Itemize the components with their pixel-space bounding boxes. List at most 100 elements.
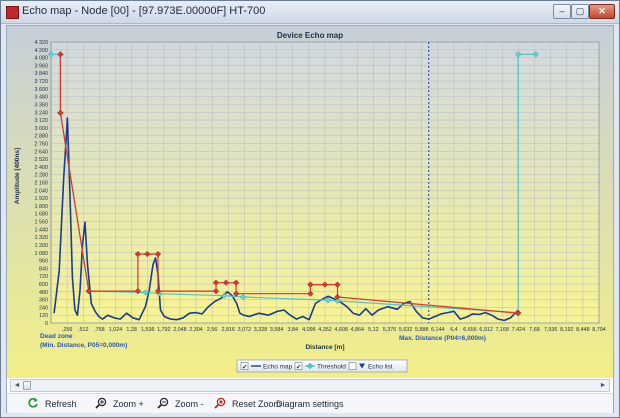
window-title: Echo map - Node [00] - [97.973E.00000F] … bbox=[22, 5, 266, 17]
app-icon bbox=[6, 6, 19, 19]
y-tick-label: 3 480 bbox=[35, 95, 49, 101]
zoom-in-icon bbox=[95, 397, 107, 409]
scroll-right-arrow-icon[interactable]: ► bbox=[598, 381, 608, 390]
refresh-label: Refresh bbox=[45, 399, 77, 409]
x-tick-label: 3,84 bbox=[288, 327, 299, 333]
y-tick-label: 3 360 bbox=[35, 102, 49, 108]
zoom-in-button[interactable]: Zoom + bbox=[95, 397, 144, 411]
chart-title: Device Echo map bbox=[277, 31, 343, 40]
legend-label-threshold: Threshold bbox=[317, 364, 346, 371]
x-tick-label: 7,424 bbox=[512, 327, 526, 333]
x-tick-label: 2,816 bbox=[222, 327, 236, 333]
x-tick-label: 1,28 bbox=[126, 327, 137, 333]
reset-zoom-icon bbox=[214, 397, 226, 409]
y-tick-label: 600 bbox=[39, 282, 48, 288]
horizontal-scrollbar[interactable]: ◄ ► bbox=[10, 379, 610, 392]
scroll-left-arrow-icon[interactable]: ◄ bbox=[12, 381, 22, 390]
x-tick-label: 4,352 bbox=[318, 327, 332, 333]
y-tick-label: 2 040 bbox=[35, 188, 49, 194]
y-tick-label: 4 200 bbox=[35, 48, 49, 54]
reset-zoom-label: Reset Zoom bbox=[232, 399, 282, 409]
x-tick-label: 3,328 bbox=[254, 327, 268, 333]
x-tick-label: 6,656 bbox=[463, 327, 477, 333]
y-tick-label: 3 960 bbox=[35, 63, 49, 69]
y-tick-label: 1 080 bbox=[35, 251, 49, 257]
x-tick-label: 4,096 bbox=[302, 327, 316, 333]
y-tick-label: 2 640 bbox=[35, 149, 49, 155]
x-axis-ticks: ,256,512,768 1,024 1,28 1,536 1,792 2,048 2,30… bbox=[62, 327, 606, 333]
y-tick-label: 4 080 bbox=[35, 56, 49, 62]
x-tick-label: 6,4 bbox=[450, 327, 458, 333]
close-button[interactable]: ✕ bbox=[589, 4, 615, 19]
y-tick-label: 1 200 bbox=[35, 243, 49, 249]
y-tick-label: 1 800 bbox=[35, 204, 49, 210]
y-tick-label: 2 520 bbox=[35, 157, 49, 163]
x-tick-label: 3,584 bbox=[270, 327, 284, 333]
x-tick-label: 5,376 bbox=[383, 327, 397, 333]
x-tick-label: 2,56 bbox=[207, 327, 218, 333]
max-distance-label: Max. Distance (P04=6,000m) bbox=[399, 335, 486, 342]
zoom-out-label: Zoom - bbox=[175, 399, 204, 409]
x-tick-label: 6,912 bbox=[479, 327, 493, 333]
x-tick-label: 7,936 bbox=[544, 327, 558, 333]
y-tick-label: 3 240 bbox=[35, 110, 49, 116]
x-tick-label: 8,192 bbox=[560, 327, 574, 333]
y-tick-label: 1 680 bbox=[35, 212, 49, 218]
x-tick-label: 1,024 bbox=[109, 327, 123, 333]
maximize-button[interactable]: ▢ bbox=[571, 4, 589, 19]
x-tick-label: 5,632 bbox=[399, 327, 413, 333]
x-tick-label: 4,864 bbox=[350, 327, 364, 333]
y-tick-label: 960 bbox=[39, 259, 48, 265]
y-tick-label: 2 160 bbox=[35, 181, 49, 187]
x-tick-label: 1,536 bbox=[141, 327, 155, 333]
x-axis-label: Distance [m] bbox=[305, 344, 344, 351]
y-tick-label: 2 280 bbox=[35, 173, 49, 179]
y-tick-label: 840 bbox=[39, 266, 48, 272]
checkmark-icon: ✔ bbox=[242, 364, 248, 371]
x-tick-label: 2,048 bbox=[173, 327, 187, 333]
x-tick-label: 2,304 bbox=[189, 327, 203, 333]
y-tick-label: 3 600 bbox=[35, 87, 49, 93]
scroll-thumb[interactable] bbox=[23, 381, 31, 390]
y-tick-label: 360 bbox=[39, 298, 48, 304]
legend-label-echo-map: Echo map bbox=[263, 364, 293, 371]
diagram-settings-label: Diagram settings bbox=[276, 399, 344, 409]
y-tick-label: 1 440 bbox=[35, 227, 49, 233]
legend: ✔ Echo map ✔ Threshold Echo list bbox=[236, 359, 408, 373]
refresh-button[interactable]: Refresh bbox=[27, 397, 77, 411]
reset-zoom-button[interactable]: Reset Zoom bbox=[214, 397, 281, 411]
min-distance-label: (Min. Distance, P05=0,000m) bbox=[40, 342, 127, 349]
y-tick-label: 120 bbox=[39, 313, 48, 319]
y-tick-label: 4 320 bbox=[35, 40, 49, 46]
refresh-icon bbox=[28, 397, 38, 408]
y-tick-label: 2 880 bbox=[35, 134, 49, 140]
minimize-button[interactable]: – bbox=[553, 4, 571, 19]
x-tick-label: 3,072 bbox=[238, 327, 252, 333]
x-tick-label: 1,792 bbox=[157, 327, 171, 333]
y-tick-label: 1 320 bbox=[35, 235, 49, 241]
legend-label-echo-list: Echo list bbox=[368, 364, 393, 371]
title-bar[interactable]: Echo map - Node [00] - [97.973E.00000F] … bbox=[1, 1, 619, 24]
x-tick-label: 7,168 bbox=[496, 327, 510, 333]
echo-map-chart[interactable]: Device Echo map 012024036048060072084096… bbox=[7, 26, 613, 378]
y-tick-label: 3 000 bbox=[35, 126, 49, 132]
y-tick-label: 3 120 bbox=[35, 118, 49, 124]
y-tick-label: 3 720 bbox=[35, 79, 49, 85]
echo-map-window: Echo map - Node [00] - [97.973E.00000F] … bbox=[0, 0, 620, 418]
checkmark-icon: ✔ bbox=[296, 364, 302, 371]
x-tick-label: 5,12 bbox=[368, 327, 379, 333]
legend-checkbox-echo-list[interactable] bbox=[348, 362, 357, 370]
y-axis-label: Amplitude [400ns] bbox=[14, 148, 21, 204]
diagram-settings-button[interactable]: Diagram settings bbox=[276, 397, 344, 411]
y-tick-label: 0 bbox=[45, 321, 48, 327]
x-tick-label: ,768 bbox=[94, 327, 105, 333]
y-tick-label: 1 560 bbox=[35, 220, 49, 226]
zoom-out-button[interactable]: Zoom - bbox=[157, 397, 204, 411]
dead-zone-label: Dead zone bbox=[40, 333, 73, 340]
y-tick-label: 720 bbox=[39, 274, 48, 280]
x-tick-label: 5,888 bbox=[415, 327, 429, 333]
x-tick-label: 8,448 bbox=[576, 327, 590, 333]
y-tick-label: 2 760 bbox=[35, 141, 49, 147]
x-tick-label: 8,704 bbox=[592, 327, 606, 333]
y-tick-label: 1 920 bbox=[35, 196, 49, 202]
